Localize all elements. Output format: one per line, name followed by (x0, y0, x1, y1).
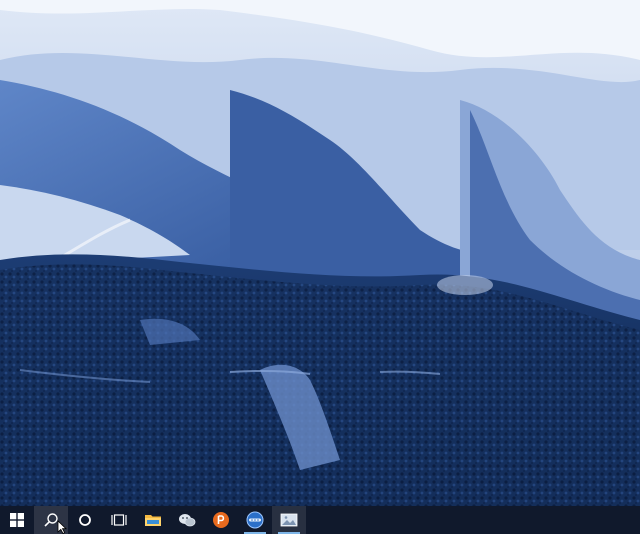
search-icon (44, 513, 58, 527)
taskbar (0, 506, 640, 534)
orange-p-app-icon (213, 512, 229, 528)
task-view-icon (111, 514, 127, 526)
desktop-wallpaper (0, 0, 640, 506)
wechat-button[interactable] (170, 506, 204, 534)
windows-logo-icon (10, 513, 24, 527)
cortana-circle-icon (79, 514, 91, 526)
orange-app-button[interactable] (204, 506, 238, 534)
cortana-button[interactable] (68, 506, 102, 534)
start-button[interactable] (0, 506, 34, 534)
folder-icon (145, 515, 161, 526)
mountain-wallpaper-image (0, 0, 640, 506)
search-button[interactable] (34, 506, 68, 534)
wechat-icon (179, 514, 196, 527)
image-app-button[interactable] (272, 506, 306, 534)
file-explorer-button[interactable] (136, 506, 170, 534)
blue-round-app-icon (246, 511, 264, 529)
blue-app-button[interactable] (238, 506, 272, 534)
image-viewer-icon (280, 513, 298, 527)
task-view-button[interactable] (102, 506, 136, 534)
